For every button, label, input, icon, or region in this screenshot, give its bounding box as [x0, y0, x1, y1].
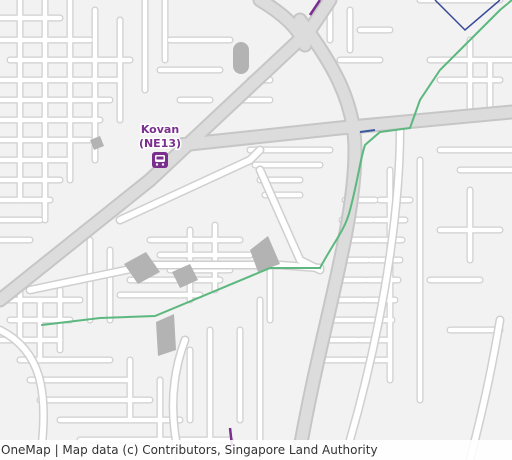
station-code: (NE13)	[139, 137, 181, 150]
map-attribution: OneMap | Map data (c) Contributors, Sing…	[0, 440, 512, 460]
map-layer: Kovan (NE13)	[0, 0, 512, 460]
station-name: Kovan	[141, 123, 179, 136]
mrt-train-icon	[152, 152, 168, 168]
map-canvas[interactable]: Kovan (NE13) OneMap | Map data (c) Contr…	[0, 0, 512, 460]
